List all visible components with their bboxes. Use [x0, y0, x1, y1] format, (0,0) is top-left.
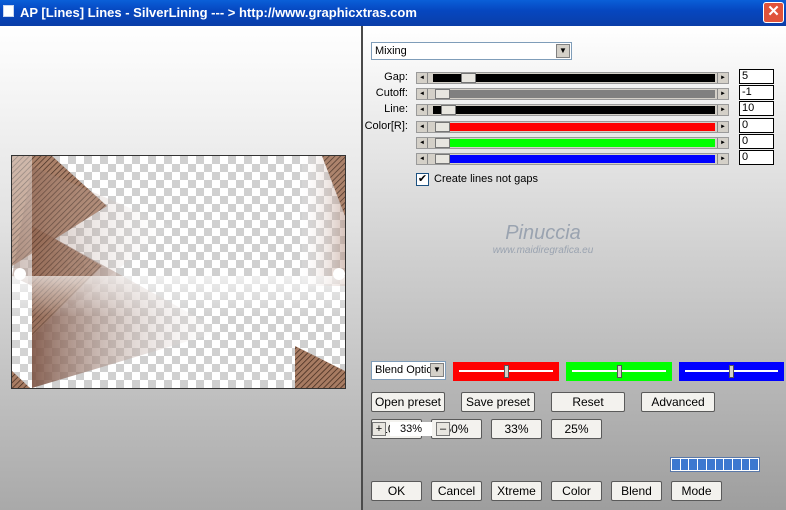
- blend-options-select[interactable]: Blend Optio ▼: [371, 361, 446, 380]
- preview-canvas[interactable]: [11, 155, 346, 389]
- chevron-right-icon[interactable]: ►: [717, 138, 728, 148]
- slider-track[interactable]: ◄ ►: [416, 72, 729, 84]
- color-button[interactable]: Color: [551, 481, 602, 501]
- slider-fill: [449, 90, 715, 98]
- blend-button[interactable]: Blend: [611, 481, 662, 501]
- slider-track[interactable]: ◄ ►: [416, 153, 729, 165]
- slider-track[interactable]: ◄ ►: [416, 121, 729, 133]
- chevron-right-icon[interactable]: ►: [717, 73, 728, 83]
- chevron-right-icon[interactable]: ►: [717, 89, 728, 99]
- chevron-down-icon[interactable]: ▼: [556, 44, 570, 58]
- progress-indicator: [670, 457, 760, 472]
- xtreme-button[interactable]: Xtreme: [491, 481, 542, 501]
- slider-value-field[interactable]: 0: [739, 118, 774, 133]
- chevron-left-icon[interactable]: ◄: [417, 73, 428, 83]
- chevron-right-icon[interactable]: ►: [717, 154, 728, 164]
- chevron-left-icon[interactable]: ◄: [417, 138, 428, 148]
- title-bar: AP [Lines] Lines - SilverLining --- > ht…: [0, 0, 786, 26]
- watermark-site: www.maidiregrafica.eu: [492, 245, 594, 256]
- open-preset-button[interactable]: Open preset: [371, 392, 445, 412]
- preview-image: [12, 156, 345, 388]
- slider-track[interactable]: ◄ ►: [416, 104, 729, 116]
- zoom-level-field[interactable]: 33%: [390, 422, 432, 436]
- slider-fill: [449, 139, 715, 147]
- chevron-left-icon[interactable]: ◄: [417, 122, 428, 132]
- slider-label: Line:: [384, 103, 408, 115]
- slider-label: Color[R]:: [364, 120, 408, 132]
- slider-track[interactable]: ◄ ►: [416, 88, 729, 100]
- app-icon: [3, 5, 14, 17]
- progress-segment: [750, 459, 759, 470]
- slider-value-field[interactable]: 10: [739, 101, 774, 116]
- create-lines-checkbox[interactable]: ✔: [416, 173, 429, 186]
- blend-green-slider[interactable]: [566, 362, 672, 381]
- progress-segment: [698, 459, 706, 470]
- progress-segment: [672, 459, 680, 470]
- slider-value-field[interactable]: 0: [739, 134, 774, 149]
- close-button[interactable]: ✕: [763, 2, 784, 23]
- progress-segment: [715, 459, 724, 470]
- ok-button[interactable]: OK: [371, 481, 422, 501]
- create-lines-label: Create lines not gaps: [434, 173, 538, 185]
- slider-label: Gap:: [384, 71, 408, 83]
- slider-value-field[interactable]: 5: [739, 69, 774, 84]
- progress-segment: [689, 459, 698, 470]
- slider-fill: [433, 106, 715, 114]
- chevron-left-icon[interactable]: ◄: [417, 154, 428, 164]
- blend-red-slider[interactable]: [453, 362, 559, 381]
- mode-button[interactable]: Mode: [671, 481, 722, 501]
- cancel-button[interactable]: Cancel: [431, 481, 482, 501]
- zoom-33-button[interactable]: 33%: [491, 419, 542, 439]
- chevron-down-icon[interactable]: ▼: [430, 363, 444, 377]
- slider-track[interactable]: ◄ ►: [416, 137, 729, 149]
- slider-value-field[interactable]: -1: [739, 85, 774, 100]
- preview-pane: [0, 26, 362, 510]
- zoom-in-button[interactable]: +: [372, 422, 386, 436]
- settings-pane: Mixing ▼ Gap: ◄ ► 5 Cutoff: ◄ ► -1 Line: ◄ ► 10 Colo…: [363, 26, 786, 510]
- slider-fill: [449, 155, 715, 163]
- progress-segment: [741, 459, 750, 470]
- progress-segment: [732, 459, 741, 470]
- chevron-left-icon[interactable]: ◄: [417, 89, 428, 99]
- advanced-button[interactable]: Advanced: [641, 392, 715, 412]
- mode-select[interactable]: Mixing ▼: [371, 42, 572, 60]
- chevron-right-icon[interactable]: ►: [717, 122, 728, 132]
- window-title: AP [Lines] Lines - SilverLining --- > ht…: [20, 5, 417, 20]
- slider-value-field[interactable]: 0: [739, 150, 774, 165]
- progress-segment: [706, 459, 715, 470]
- zoom-out-button[interactable]: –: [436, 422, 450, 436]
- chevron-right-icon[interactable]: ►: [717, 105, 728, 115]
- slider-fill: [449, 123, 715, 131]
- slider-thumb[interactable]: [435, 138, 450, 148]
- slider-thumb[interactable]: [435, 154, 450, 164]
- slider-thumb[interactable]: [435, 89, 450, 99]
- watermark-name: Pinuccia: [505, 222, 581, 244]
- zoom-25-button[interactable]: 25%: [551, 419, 602, 439]
- progress-segment: [680, 459, 689, 470]
- save-preset-button[interactable]: Save preset: [461, 392, 535, 412]
- reset-button[interactable]: Reset: [551, 392, 625, 412]
- slider-label: Cutoff:: [375, 87, 408, 99]
- slider-thumb[interactable]: [461, 73, 476, 83]
- progress-segment: [724, 459, 732, 470]
- slider-thumb[interactable]: [435, 122, 450, 132]
- chevron-left-icon[interactable]: ◄: [417, 105, 428, 115]
- blend-blue-slider[interactable]: [679, 362, 784, 381]
- slider-thumb[interactable]: [441, 105, 456, 115]
